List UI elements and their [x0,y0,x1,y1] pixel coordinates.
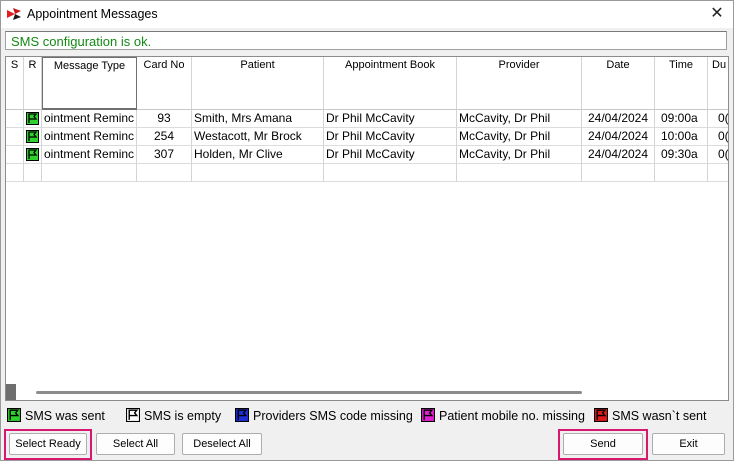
provider-cell: McCavity, Dr Phil [457,110,582,128]
date-cell: 24/04/2024 [582,128,655,146]
column-header-provider[interactable]: Provider [457,57,582,110]
provider-cell: McCavity, Dr Phil [457,146,582,164]
scrollbar-thumb[interactable] [36,391,582,394]
column-header-appointment-book[interactable]: Appointment Book [324,57,457,110]
appointment-messages-window: Appointment Messages ✕ SMS configuration… [0,0,734,461]
column-header-time[interactable]: Time [655,57,708,110]
card-no-cell: 254 [137,128,192,146]
column-header-duration[interactable]: Du [708,57,728,110]
date-cell: 24/04/2024 [582,146,655,164]
time-cell: 09:30a [655,146,708,164]
column-header-s[interactable]: S [6,57,24,110]
column-header-patient[interactable]: Patient [192,57,324,110]
column-header-date[interactable]: Date [582,57,655,110]
flag-icon [126,408,140,422]
select-cell[interactable] [6,146,24,164]
message-type-cell: ointment Reminc [42,146,137,164]
select-all-button[interactable]: Select All [96,433,175,455]
status-cell [24,110,42,128]
select-cell[interactable] [6,128,24,146]
sms-status-text: SMS configuration is ok. [11,34,152,49]
window-title: Appointment Messages [27,7,158,21]
close-icon[interactable]: ✕ [705,3,729,25]
duration-cell: 0( [708,110,728,128]
card-no-cell: 307 [137,146,192,164]
patient-cell: Holden, Mr Clive [192,146,324,164]
empty-row [6,164,728,182]
flag-icon [7,408,21,422]
flag-icon [421,408,435,422]
provider-cell: McCavity, Dr Phil [457,128,582,146]
status-cell [24,128,42,146]
flag-icon [26,112,39,125]
app-logo-icon [7,8,21,20]
duration-cell: 0( [708,146,728,164]
appointment-book-cell: Dr Phil McCavity [324,128,457,146]
select-ready-button[interactable]: Select Ready [9,433,87,455]
table-row[interactable]: ointment Reminc 307 Holden, Mr Clive Dr … [6,146,728,164]
appointments-grid[interactable]: S R Message Type Card No Patient Appoint… [5,56,729,401]
exit-button[interactable]: Exit [652,433,725,455]
column-header-message-type[interactable]: Message Type [42,57,137,110]
column-header-card-no[interactable]: Card No [137,57,192,110]
patient-cell: Smith, Mrs Amana [192,110,324,128]
message-type-cell: ointment Reminc [42,128,137,146]
appointment-book-cell: Dr Phil McCavity [324,110,457,128]
flag-icon [235,408,249,422]
flag-legend: SMS was sent SMS is empty Providers SMS … [1,406,734,426]
card-no-cell: 93 [137,110,192,128]
send-button[interactable]: Send [563,433,643,455]
patient-cell: Westacott, Mr Brock [192,128,324,146]
horizontal-scrollbar[interactable] [6,384,728,400]
sms-status-bar: SMS configuration is ok. [5,31,727,50]
column-header-r[interactable]: R [24,57,42,110]
title-bar: Appointment Messages ✕ [1,1,733,28]
time-cell: 09:00a [655,110,708,128]
appointment-book-cell: Dr Phil McCavity [324,146,457,164]
flag-icon [26,148,39,161]
table-row[interactable]: ointment Reminc 93 Smith, Mrs Amana Dr P… [6,110,728,128]
select-cell[interactable] [6,110,24,128]
deselect-all-button[interactable]: Deselect All [182,433,262,455]
scrollbar-left-block [6,384,16,400]
flag-icon [594,408,608,422]
status-cell [24,146,42,164]
flag-icon [26,130,39,143]
table-row[interactable]: ointment Reminc 254 Westacott, Mr Brock … [6,128,728,146]
duration-cell: 0( [708,128,728,146]
message-type-cell: ointment Reminc [42,110,137,128]
time-cell: 10:00a [655,128,708,146]
date-cell: 24/04/2024 [582,110,655,128]
